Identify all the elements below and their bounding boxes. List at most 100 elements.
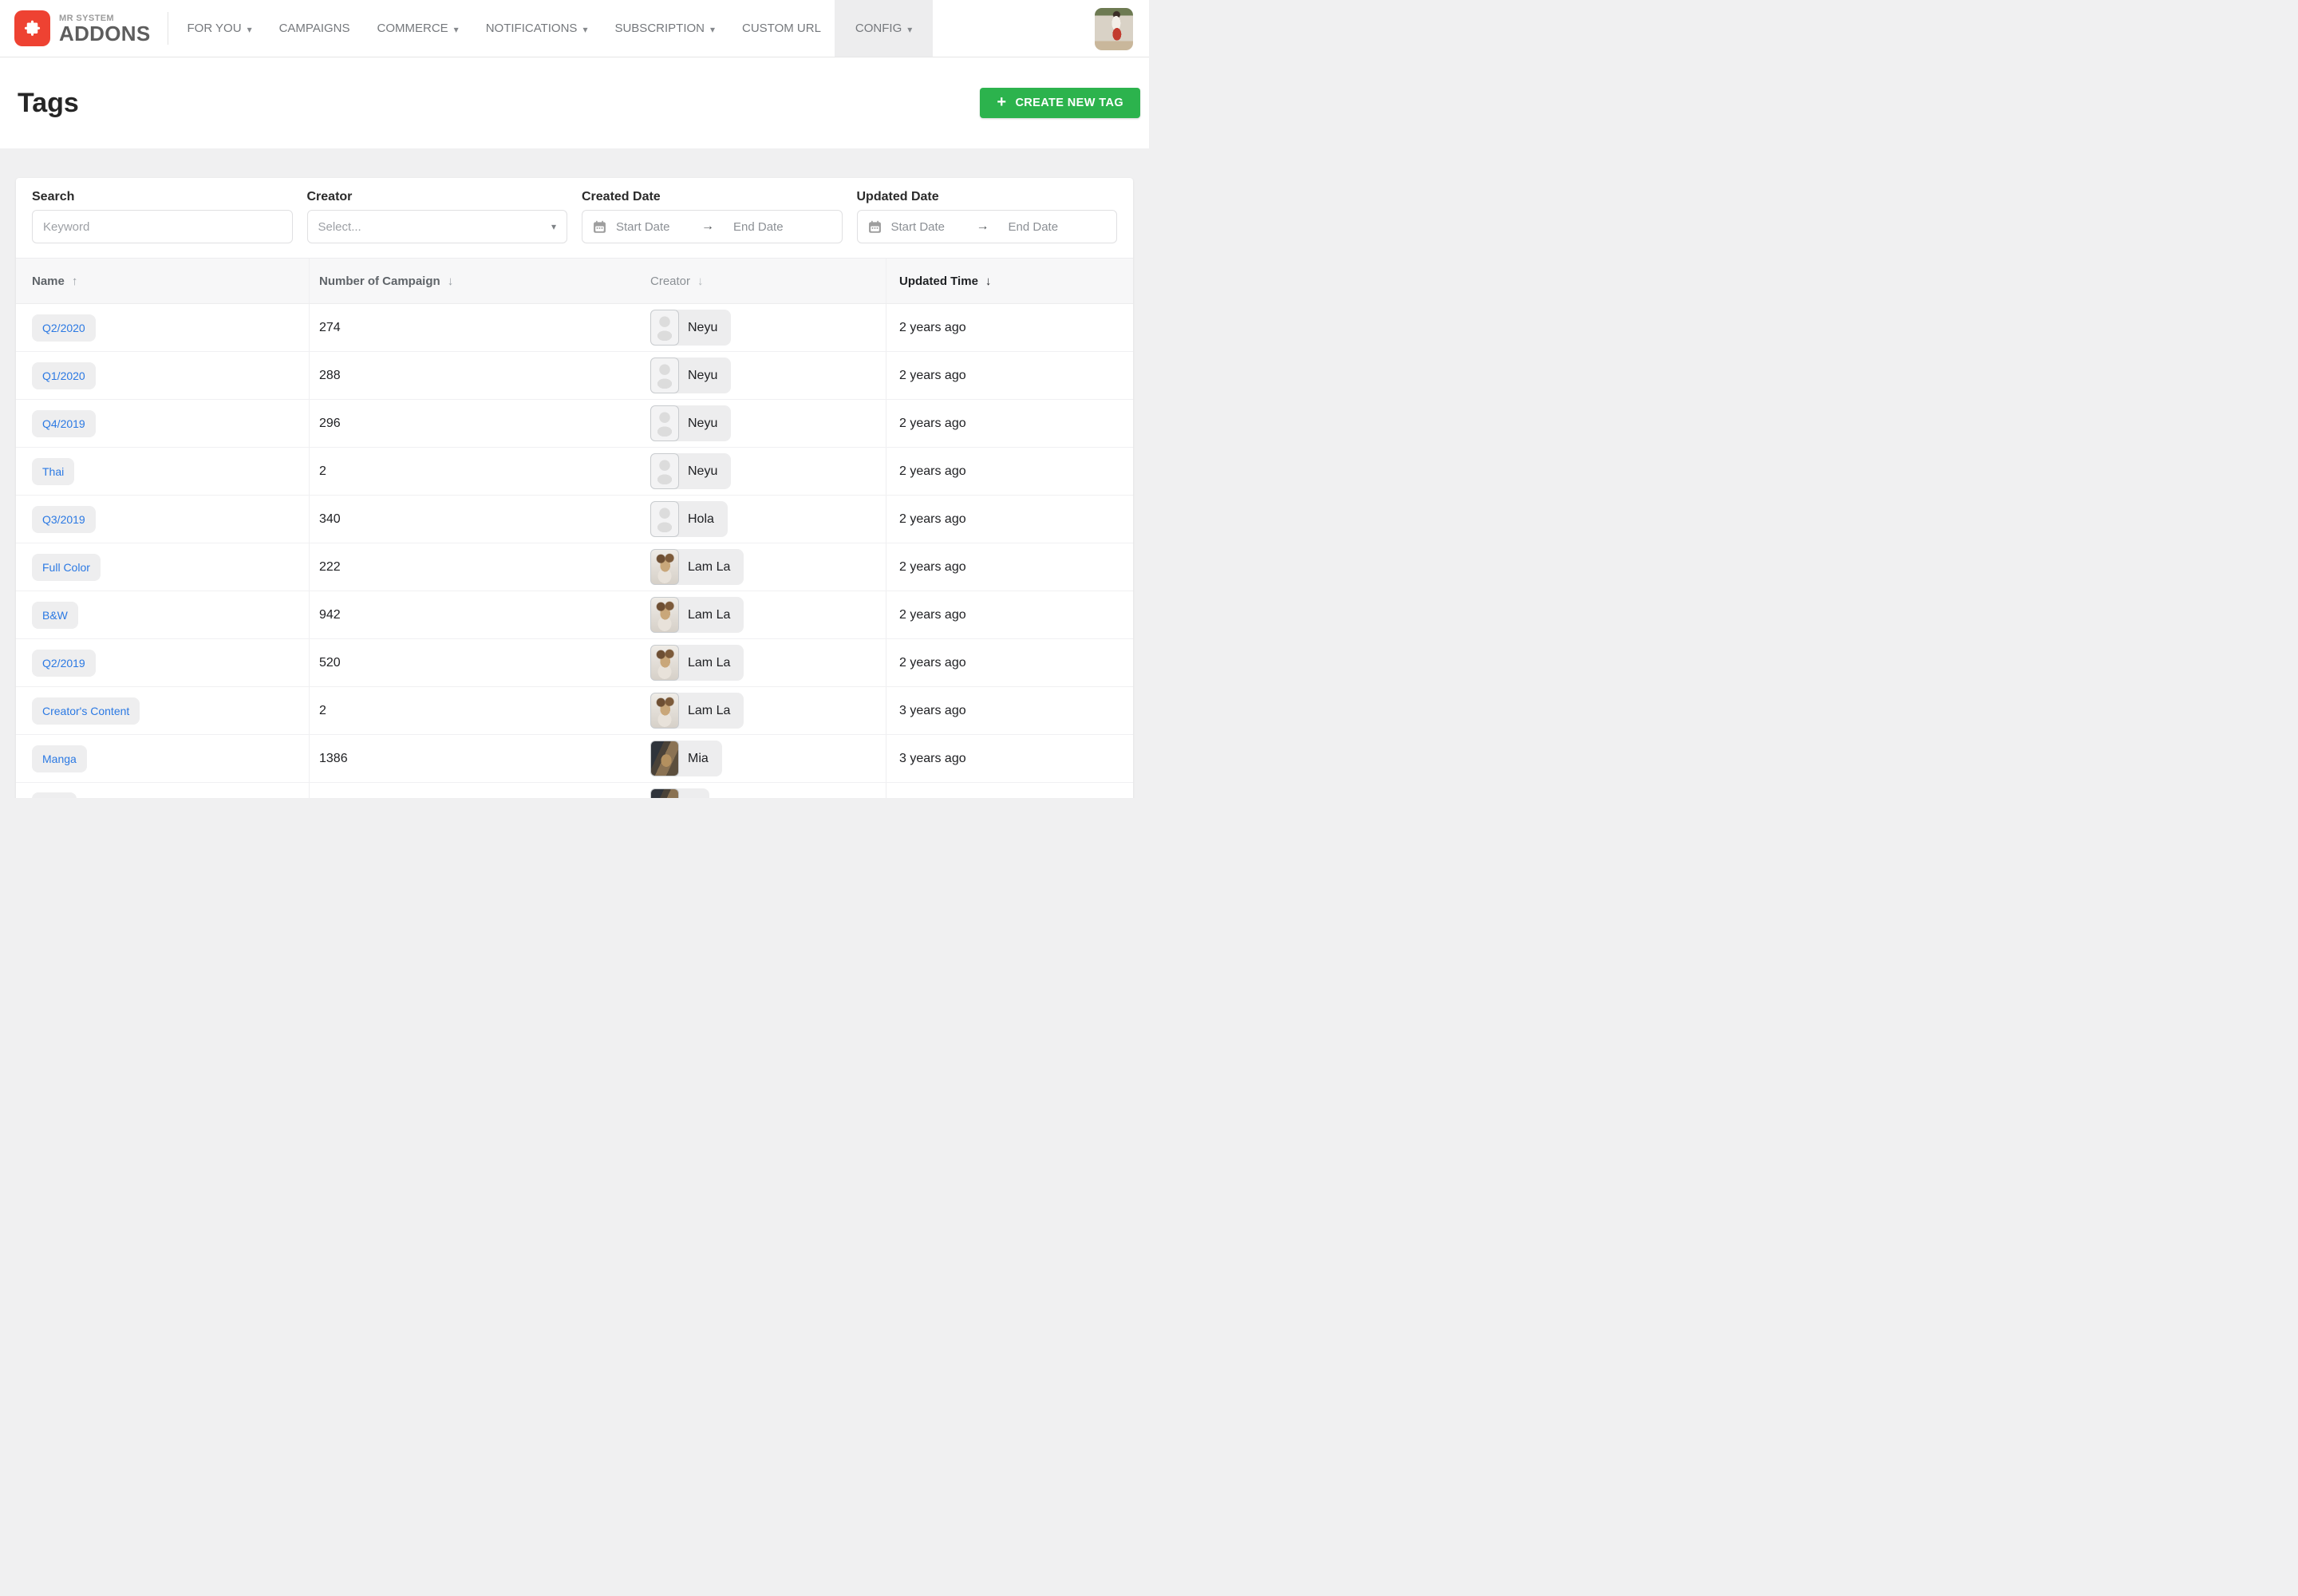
campaign-count: 1386	[310, 735, 642, 782]
name-cell: Q1/2020	[16, 352, 310, 399]
campaign-count	[310, 783, 642, 798]
name-cell: Q2/2020	[16, 304, 310, 351]
creator-chip: Lam La	[650, 549, 744, 585]
creator-name: Mia	[676, 741, 722, 776]
caret-down-icon: ▾	[710, 24, 715, 35]
creator-chip: Neyu	[650, 453, 731, 489]
tag-name-link[interactable]: Q3/2019	[32, 506, 96, 533]
name-cell: Q4/2019	[16, 400, 310, 447]
creator-select[interactable]: Select... ▾	[307, 210, 568, 243]
calendar-icon	[593, 220, 606, 234]
nav-item[interactable]: CUSTOM URL	[728, 0, 835, 57]
nav-item-label: FOR YOU	[187, 22, 241, 35]
creator-avatar	[650, 741, 679, 776]
create-new-tag-button[interactable]: + CREATE NEW TAG	[980, 88, 1140, 118]
tag-name-link[interactable]: Q1/2020	[32, 362, 96, 389]
puzzle-logo-badge	[14, 10, 50, 46]
sort-desc-icon: ↓	[448, 275, 454, 288]
creator-chip: Mia	[650, 741, 722, 776]
table-row: Q2/2020 274 Neyu 2 years ago	[16, 304, 1133, 352]
table-row: Q3/2019 340 Hola 2 years ago	[16, 496, 1133, 543]
brand-logo[interactable]: MR SYSTEM ADDONS	[14, 0, 150, 57]
caret-down-icon: ▾	[454, 24, 459, 35]
campaign-count: 942	[310, 591, 642, 638]
nav-item[interactable]: SUBSCRIPTION ▾	[601, 0, 728, 57]
column-name-label: Name	[32, 275, 65, 288]
table-row: Manga 1386 Mia 3 years ago	[16, 735, 1133, 783]
creator-avatar	[650, 405, 679, 441]
tag-name-link[interactable]: Thai	[32, 458, 74, 485]
user-avatar[interactable]	[1095, 8, 1133, 50]
updated-date-range-picker[interactable]: Start Date → End Date	[857, 210, 1118, 243]
page-header: Tags + CREATE NEW TAG	[0, 57, 1149, 148]
creator-name: Lam La	[676, 597, 744, 633]
filter-bar: Search Creator Select... ▾ Created Date	[16, 178, 1133, 258]
tag-name-link[interactable]	[32, 792, 77, 799]
creator-chip: Lam La	[650, 693, 744, 729]
name-cell: Q3/2019	[16, 496, 310, 543]
arrow-right-icon: →	[977, 219, 989, 234]
name-cell: Full Color	[16, 543, 310, 591]
creator-label: Creator	[307, 189, 568, 204]
creator-avatar	[650, 501, 679, 537]
column-header-name[interactable]: Name ↑	[16, 259, 310, 303]
tag-name-link[interactable]: Q2/2020	[32, 314, 96, 342]
table-row: B&W 942 Lam La 2 years ago	[16, 591, 1133, 639]
creator-cell: Neyu	[642, 304, 886, 351]
creator-avatar	[650, 788, 679, 798]
name-cell: Creator's Content	[16, 687, 310, 734]
creator-name: Hola	[676, 501, 728, 537]
tag-name-link[interactable]: Q4/2019	[32, 410, 96, 437]
tag-name-link[interactable]: Full Color	[32, 554, 101, 581]
nav-item-label: CONFIG	[855, 22, 902, 35]
search-input[interactable]	[32, 210, 293, 243]
creator-cell: Neyu	[642, 448, 886, 495]
tag-name-link[interactable]: Manga	[32, 745, 87, 772]
creator-chip: Lam La	[650, 645, 744, 681]
table-row: Creator's Content 2 Lam La 3 years ago	[16, 687, 1133, 735]
updated-date-label: Updated Date	[857, 189, 1118, 204]
updated-time: 2 years ago	[886, 304, 1133, 351]
filter-created-date: Created Date Start Date → End Date	[582, 189, 843, 243]
column-header-updated[interactable]: Updated Time ↓	[886, 259, 1133, 303]
updated-time: 3 years ago	[886, 735, 1133, 782]
caret-down-icon: ▾	[551, 221, 556, 232]
tag-name-link[interactable]: B&W	[32, 602, 78, 629]
updated-time: 2 years ago	[886, 496, 1133, 543]
creator-avatar	[650, 693, 679, 729]
creator-chip: Neyu	[650, 405, 731, 441]
updated-time: 2 years ago	[886, 352, 1133, 399]
main-nav: FOR YOU ▾ CAMPAIGNS COMMERCE ▾ NOTIFICAT…	[173, 0, 933, 57]
plus-icon: +	[997, 94, 1006, 110]
created-date-range-picker[interactable]: Start Date → End Date	[582, 210, 843, 243]
updated-end-date[interactable]: End Date	[1009, 220, 1059, 234]
campaign-count: 340	[310, 496, 642, 543]
created-end-date[interactable]: End Date	[733, 220, 784, 234]
nav-item[interactable]: COMMERCE ▾	[364, 0, 472, 57]
page-content: Search Creator Select... ▾ Created Date	[0, 148, 1149, 798]
nav-item[interactable]: FOR YOU ▾	[173, 0, 265, 57]
table-row: Q2/2019 520 Lam La 2 years ago	[16, 639, 1133, 687]
name-cell	[16, 783, 310, 798]
nav-item[interactable]: CAMPAIGNS	[266, 0, 364, 57]
updated-time: 2 years ago	[886, 639, 1133, 686]
creator-cell: Lam La	[642, 543, 886, 591]
nav-item[interactable]: NOTIFICATIONS ▾	[472, 0, 602, 57]
created-start-date[interactable]: Start Date	[616, 220, 693, 234]
create-new-tag-label: CREATE NEW TAG	[1015, 97, 1123, 109]
tag-name-link[interactable]: Q2/2019	[32, 650, 96, 677]
calendar-icon	[868, 220, 882, 234]
name-cell: Thai	[16, 448, 310, 495]
tag-name-link[interactable]: Creator's Content	[32, 697, 140, 725]
creator-cell	[642, 783, 886, 798]
name-cell: B&W	[16, 591, 310, 638]
creator-name: Neyu	[676, 453, 731, 489]
updated-start-date[interactable]: Start Date	[891, 220, 969, 234]
column-header-campaigns[interactable]: Number of Campaign ↓	[310, 259, 642, 303]
updated-time: 2 years ago	[886, 448, 1133, 495]
nav-item[interactable]: CONFIG ▾	[835, 0, 933, 57]
caret-down-icon: ▾	[907, 24, 912, 35]
updated-time	[886, 783, 1133, 798]
creator-name: Neyu	[676, 310, 731, 346]
column-header-creator[interactable]: Creator ↓	[642, 259, 886, 303]
